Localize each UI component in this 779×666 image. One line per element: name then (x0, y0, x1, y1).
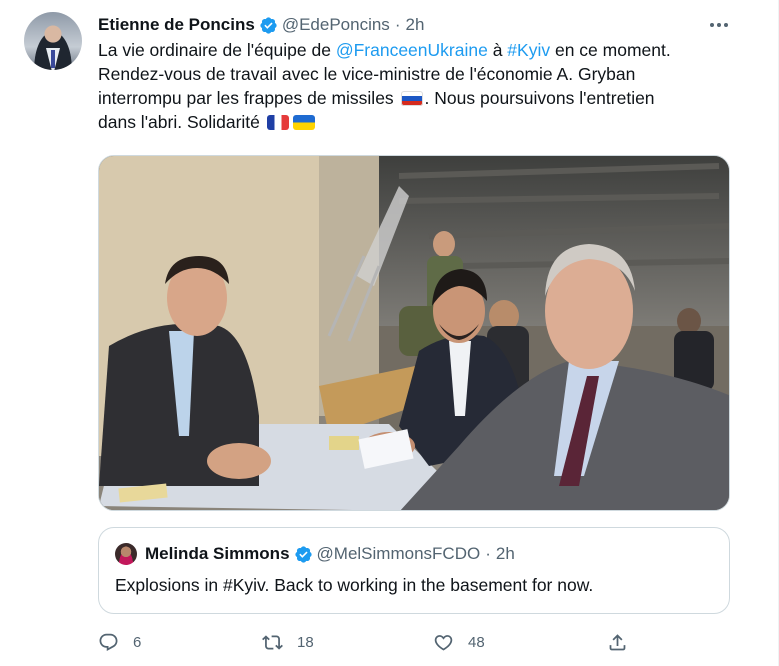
like-icon (434, 634, 453, 651)
tweet-time[interactable]: 2h (405, 15, 424, 35)
tweet-text-line: dans l'abri. Solidarité (98, 110, 738, 134)
tweet-header: Etienne de Poncins @EdePoncins · 2h (98, 14, 424, 36)
tweet-text-segment: en ce moment. (550, 40, 671, 60)
tweet-text-segment: dans l'abri. Solidarité (98, 112, 265, 132)
retweet-icon (262, 634, 283, 650)
separator-dot: · (485, 544, 491, 563)
flag-ua-icon (292, 115, 315, 130)
verified-badge-icon (294, 545, 312, 563)
tweet-text-segment: . Nous poursuivons l'entretien (424, 88, 655, 108)
tweet: Etienne de Poncins @EdePoncins · 2h La v… (0, 0, 779, 666)
shelter-meeting-photo (99, 156, 729, 510)
quoted-text: Explosions in #Kyiv. Back to working in … (115, 575, 594, 595)
tweet-text-segment: Rendez-vous de travail avec le vice-mini… (98, 64, 636, 84)
quoted-tweet[interactable]: Melinda Simmons @MelSimmonsFCDO · 2h Exp… (98, 527, 730, 614)
quoted-time[interactable]: 2h (496, 544, 515, 564)
tweet-text-line: interrompu par les frappes de missiles .… (98, 86, 738, 110)
tweet-text-line: La vie ordinaire de l'équipe de @Francee… (98, 38, 738, 62)
quoted-header: Melinda Simmons @MelSimmonsFCDO · 2h (145, 544, 515, 564)
flag-fr-icon (266, 115, 289, 130)
action-bar: 6 18 48 (98, 628, 638, 656)
author-name[interactable]: Etienne de Poncins (98, 15, 255, 35)
tweet-text-segment: interrompu par les frappes de missiles (98, 88, 399, 108)
share-icon (609, 633, 626, 650)
reply-count: 6 (133, 633, 142, 651)
tweet-text-segment: à (487, 40, 508, 60)
quoted-author-name[interactable]: Melinda Simmons (145, 544, 290, 564)
hashtag-link[interactable]: #Kyiv (507, 40, 550, 60)
like-button[interactable]: 48 (433, 628, 485, 656)
avatar[interactable] (24, 12, 82, 70)
tweet-text-line: Rendez-vous de travail avec le vice-mini… (98, 62, 738, 86)
author-handle[interactable]: @EdePoncins (282, 15, 390, 35)
reply-button[interactable]: 6 (98, 628, 141, 656)
retweet-count: 18 (297, 633, 314, 651)
tweet-text: La vie ordinaire de l'équipe de @Francee… (98, 38, 738, 134)
more-options-icon[interactable] (704, 14, 734, 36)
verified-badge-icon (260, 16, 277, 34)
mention-link[interactable]: @FranceenUkraine (336, 40, 488, 60)
tweet-photo[interactable] (98, 155, 730, 511)
quoted-avatar[interactable] (115, 543, 137, 565)
retweet-button[interactable]: 18 (262, 628, 314, 656)
tweet-text-segment: La vie ordinaire de l'équipe de (98, 40, 336, 60)
separator-dot: · (394, 15, 401, 34)
reply-icon (99, 633, 118, 651)
like-count: 48 (468, 633, 485, 651)
share-button[interactable] (607, 628, 628, 656)
flag-ru-icon (400, 91, 423, 106)
quoted-handle[interactable]: @MelSimmonsFCDO (317, 544, 481, 564)
avatar-tie (51, 50, 55, 68)
